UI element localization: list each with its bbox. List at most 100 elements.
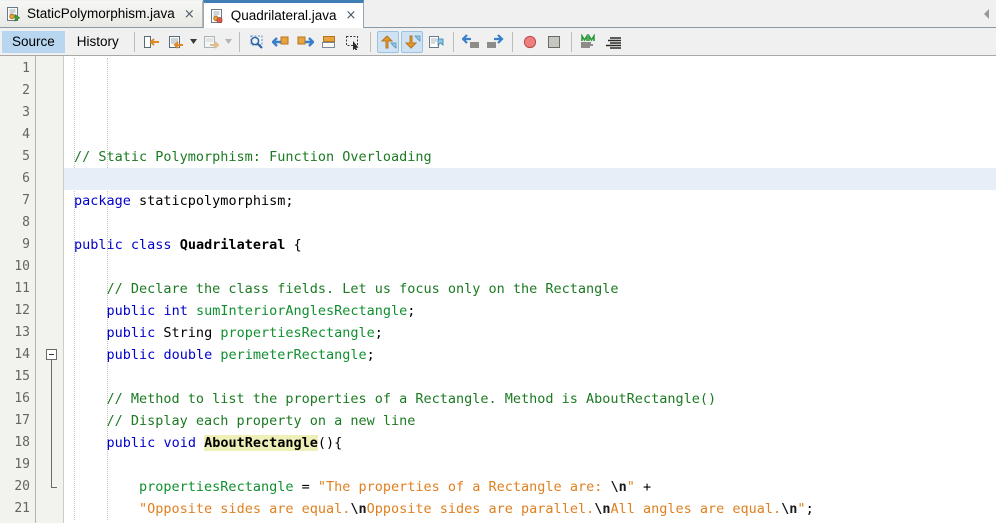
toolbar-separator <box>133 31 135 52</box>
code-token: "The properties of a Rectangle are: <box>317 479 611 495</box>
code-line[interactable] <box>64 520 996 523</box>
tab-source-label: Source <box>12 34 55 49</box>
editor-tab-bar: StaticPolymorphism.java × Quadrilateral.… <box>0 0 996 28</box>
code-token: All angles are equal. <box>610 501 782 517</box>
line-number: 1 <box>22 61 30 76</box>
line-number: 15 <box>14 369 30 384</box>
toggle-bookmark-icon[interactable] <box>425 31 447 53</box>
code-token: ; <box>366 347 375 363</box>
code-token: package <box>74 193 131 209</box>
tab-bar-filler <box>364 0 978 27</box>
line-number: 19 <box>14 457 30 472</box>
editor-tab-staticpolymorphism[interactable]: StaticPolymorphism.java × <box>0 1 203 27</box>
line-number: 8 <box>22 215 30 230</box>
line-number: 17 <box>14 413 30 428</box>
code-token: public <box>106 325 156 341</box>
code-token: public <box>106 435 156 451</box>
close-icon[interactable]: × <box>346 9 357 22</box>
code-line[interactable]: public double perimeterRectangle; <box>64 344 996 366</box>
line-number: 20 <box>14 479 30 494</box>
code-token: int <box>163 303 188 319</box>
line-number: 13 <box>14 325 30 340</box>
code-line[interactable]: "Opposite sides are equal.\nOpposite sid… <box>64 498 996 520</box>
code-line[interactable]: // Declare the class fields. Let us focu… <box>64 278 996 300</box>
find-selection-icon[interactable] <box>246 31 268 53</box>
code-token: public <box>74 237 123 253</box>
code-line[interactable]: public String propertiesRectangle; <box>64 322 996 344</box>
last-edit-icon[interactable] <box>141 31 163 53</box>
line-number: 16 <box>14 391 30 406</box>
toggle-breakpoint-icon[interactable] <box>519 31 541 53</box>
toolbar-separator <box>452 31 454 52</box>
code-folding-gutter[interactable] <box>36 56 64 523</box>
fold-toggle-icon[interactable] <box>46 349 57 360</box>
shift-lines-right-icon[interactable] <box>484 31 506 53</box>
tab-history-label: History <box>76 34 119 49</box>
java-file-icon <box>210 8 226 24</box>
code-line[interactable] <box>64 366 996 388</box>
start-macro-recording-icon[interactable] <box>578 31 600 53</box>
code-token: { <box>285 237 302 253</box>
code-line[interactable]: // Display each property on a new line <box>64 410 996 432</box>
code-token: String <box>155 325 221 341</box>
code-token: propertiesRectangle <box>220 325 375 341</box>
line-number: 11 <box>14 281 30 296</box>
shift-lines-left-icon[interactable] <box>460 31 482 53</box>
code-line[interactable] <box>64 256 996 278</box>
code-token: perimeterRectangle <box>220 347 367 363</box>
code-token: (){ <box>317 435 343 451</box>
code-line[interactable]: public int sumInteriorAnglesRectangle; <box>64 300 996 322</box>
code-token: \n <box>594 501 611 517</box>
tab-source[interactable]: Source <box>2 30 65 53</box>
code-line[interactable]: // Method to list the properties of a Re… <box>64 388 996 410</box>
code-line[interactable]: // Static Polymorphism: Function Overloa… <box>64 146 996 168</box>
code-line[interactable]: propertiesRectangle = "The properties of… <box>64 476 996 498</box>
code-line[interactable]: public class Quadrilateral { <box>64 234 996 256</box>
shift-line-right-icon[interactable] <box>200 31 222 53</box>
tab-history[interactable]: History <box>67 31 129 53</box>
code-token: "Opposite sides are equal. <box>139 501 351 517</box>
editor-tab-quadrilateral[interactable]: Quadrilateral.java × <box>202 0 365 28</box>
code-token: void <box>163 435 196 451</box>
code-line[interactable] <box>64 212 996 234</box>
line-number: 21 <box>14 501 30 516</box>
code-line[interactable] <box>64 454 996 476</box>
toggle-rectangular-selection-icon[interactable] <box>342 31 364 53</box>
code-line[interactable]: public void AboutRectangle(){ <box>64 432 996 454</box>
close-icon[interactable]: × <box>184 8 195 21</box>
find-next-icon[interactable] <box>294 31 316 53</box>
next-bookmark-icon[interactable] <box>400 30 423 53</box>
code-line[interactable] <box>64 168 996 190</box>
code-token: \n <box>781 501 798 517</box>
scroll-left-arrow-icon[interactable] <box>978 0 996 27</box>
stop-macro-recording-icon[interactable] <box>602 31 624 53</box>
toggle-highlight-search-icon[interactable] <box>318 31 340 53</box>
line-number: 10 <box>14 259 30 274</box>
editor-tab-label: StaticPolymorphism.java <box>27 6 175 22</box>
stop-icon[interactable] <box>543 31 565 53</box>
fold-range-end <box>51 487 57 488</box>
code-token: Quadrilateral <box>179 237 286 253</box>
code-token: Opposite sides are parallel. <box>366 501 595 517</box>
previous-bookmark-icon[interactable] <box>376 30 399 53</box>
code-text-area[interactable]: // Static Polymorphism: Function Overloa… <box>64 56 996 523</box>
shift-line-left-icon[interactable] <box>165 31 187 53</box>
code-token: class <box>130 237 172 253</box>
chevron-down-icon[interactable] <box>188 31 199 53</box>
code-token: // Display each property on a new line <box>74 413 416 429</box>
code-token: double <box>163 347 213 363</box>
code-editor[interactable]: 1 2 3 4 5 6 7 8 9 10 11 12 13 14 15 16 17 18 19 20 21 // Sta… <box>0 56 996 523</box>
line-number: 9 <box>22 237 30 252</box>
find-previous-icon[interactable] <box>270 31 292 53</box>
code-token: " <box>797 501 806 517</box>
code-token: = <box>293 479 318 495</box>
code-token: + <box>634 479 652 495</box>
code-line[interactable]: package staticpolymorphism; <box>64 190 996 212</box>
